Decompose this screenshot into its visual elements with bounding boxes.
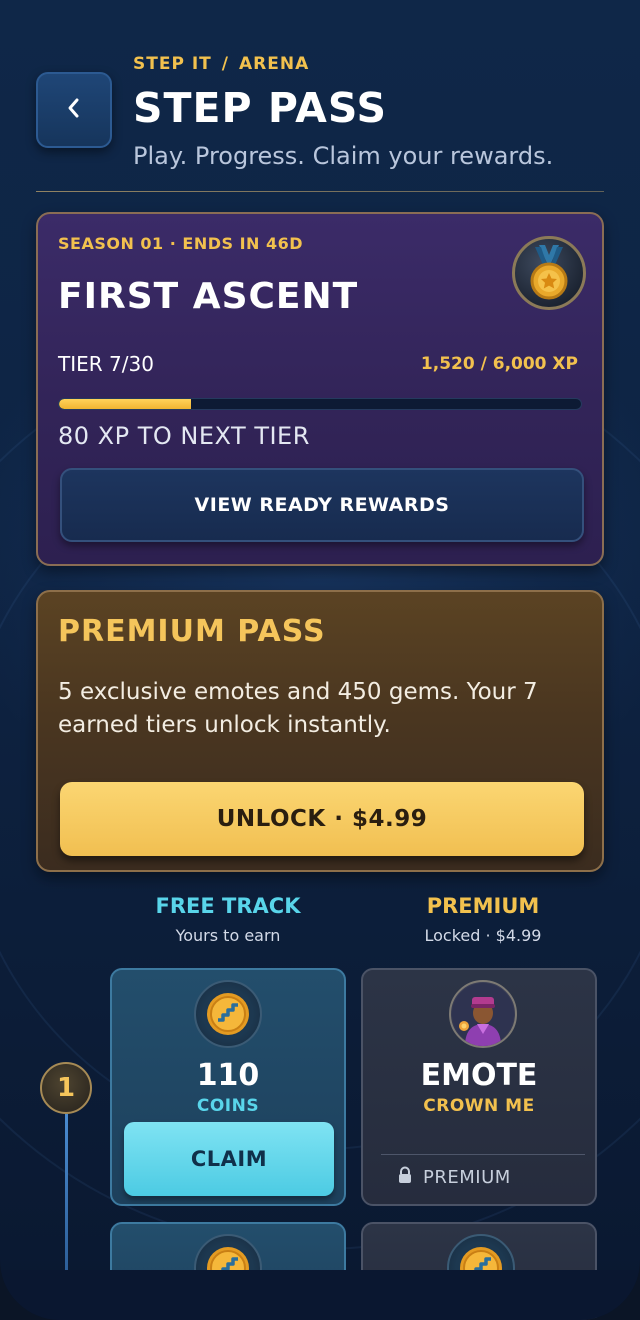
unlock-premium-button[interactable]: UNLOCK · $4.99 [60,782,584,856]
free-reward-card[interactable]: 110 COINS CLAIM [110,968,346,1206]
premium-reward-card[interactable]: EMOTE CROWN ME PREMIUM [361,968,597,1206]
premium-pass-title: PREMIUM PASS [58,614,326,649]
premium-track-title: PREMIUM [426,894,540,918]
view-ready-rewards-button[interactable]: VIEW READY REWARDS [60,468,584,542]
breadcrumb: STEP IT / ARENA [133,54,309,74]
premium-track-header: PREMIUM Locked · $4.99 [365,894,601,945]
emote-type-label: EMOTE [420,1058,538,1093]
bottom-bezel [0,1270,640,1320]
reward-amount: 110 [196,1058,260,1093]
xp-progress-fill [59,399,192,409]
breadcrumb-item-step-it[interactable]: STEP IT [133,54,212,74]
coin-icon [194,980,262,1048]
chevron-left-icon [63,95,85,125]
emote-avatar-icon [449,980,517,1048]
xp-progress-bar [58,398,582,410]
xp-progress-text: 1,520 / 6,000 XP [420,354,578,374]
premium-lock-label: PREMIUM [423,1167,511,1188]
tier-number-badge: 1 [40,1062,92,1114]
season-name: FIRST ASCENT [58,276,359,317]
emote-name: CROWN ME [423,1096,535,1116]
page-title: STEP PASS [133,84,388,132]
claim-button[interactable]: CLAIM [124,1122,334,1196]
medal-icon [512,236,586,310]
page-subtitle: Play. Progress. Claim your rewards. [133,142,554,170]
next-tier-text: 80 XP TO NEXT TIER [58,422,310,450]
premium-lock-row: PREMIUM [397,1166,511,1189]
premium-pass-card: PREMIUM PASS 5 exclusive emotes and 450 … [36,590,604,872]
free-track-header: FREE TRACK Yours to earn [110,894,346,945]
step-pass-screen: STEP IT / ARENA STEP PASS Play. Progress. … [0,0,640,1320]
premium-pass-description: 5 exclusive emotes and 450 gems. Your 7 … [58,679,538,738]
free-track-subtitle: Yours to earn [175,926,281,945]
header-divider [36,191,604,192]
lock-icon [397,1166,413,1189]
season-card: SEASON 01 · ENDS IN 46D FIRST ASCENT TIE… [36,212,604,566]
breadcrumb-item-arena[interactable]: ARENA [239,54,309,74]
reward-unit: COINS [196,1096,260,1116]
back-button[interactable] [36,72,112,148]
breadcrumb-separator: / [221,54,229,74]
premium-card-divider [381,1154,585,1155]
tier-connector-line [65,1114,68,1274]
tier-progress-text: TIER 7/30 [58,352,154,376]
premium-track-subtitle: Locked · $4.99 [424,926,542,945]
free-track-title: FREE TRACK [155,894,301,918]
season-label: SEASON 01 · ENDS IN 46D [58,234,304,253]
